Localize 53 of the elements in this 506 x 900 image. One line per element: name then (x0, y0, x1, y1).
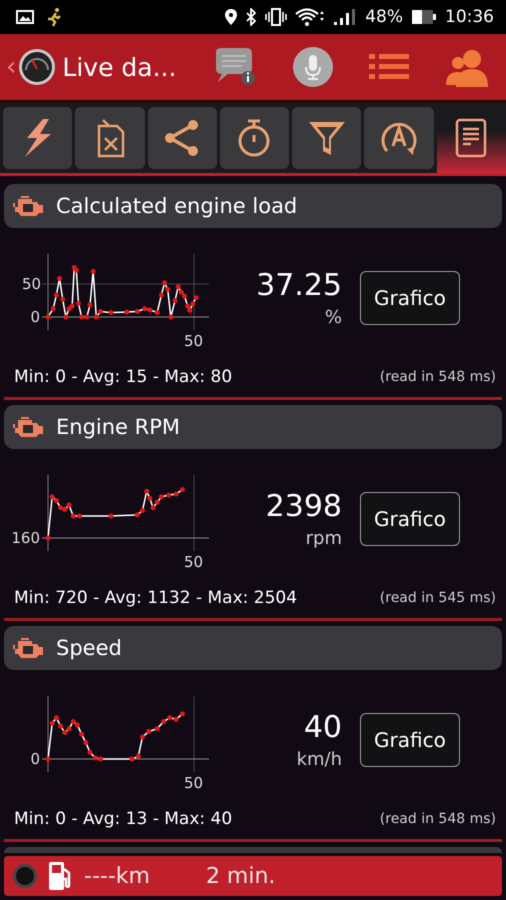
engine-icon (12, 416, 44, 438)
document-icon (455, 118, 488, 158)
axis-tick-label: 50 (22, 274, 42, 292)
screen-title: Live da... (62, 52, 176, 82)
chart-button[interactable]: Grafico (360, 492, 460, 546)
toolbar-tab[interactable] (75, 107, 145, 169)
gauge-icon[interactable] (18, 48, 56, 86)
sensor-unit: km/h (296, 748, 342, 770)
battery-percentage: 48% (365, 7, 403, 27)
toolbar-tab[interactable] (364, 107, 434, 169)
signal-icon (333, 8, 358, 26)
toolbar-tab[interactable] (148, 107, 217, 169)
distance-readout: ----km (84, 864, 150, 888)
filter-icon (306, 119, 347, 157)
sensor-title: Engine RPM (56, 415, 180, 439)
sensor-title: Speed (56, 636, 122, 660)
axis-tick-label: 50 (184, 332, 204, 350)
sensor-unit: % (324, 306, 342, 328)
status-light-icon (12, 863, 38, 889)
sensor-unit: rpm (306, 528, 342, 548)
elapsed-time: 2 min. (206, 864, 276, 888)
sensor-stats: Min: 0 - Avg: 13 - Max: 40 (14, 809, 232, 829)
toolbar-tab[interactable] (292, 107, 362, 169)
sensor-title: Calculated engine load (56, 194, 298, 218)
vibrate-icon (265, 8, 288, 26)
read-time: (read in 545 ms) (380, 590, 496, 606)
wifi-icon (295, 8, 326, 26)
battery-icon (411, 9, 437, 25)
axis-tick-label: 0 (30, 308, 40, 326)
axis-tick-label: 50 (184, 774, 204, 792)
engine-icon (12, 195, 44, 217)
clock: 10:36 (445, 7, 494, 27)
engine-icon (12, 637, 44, 659)
axis-tick-label: 0 (30, 750, 40, 768)
image-icon (16, 10, 34, 24)
sensor-value: 40 (304, 710, 342, 744)
stopwatch-icon (236, 118, 272, 158)
sensor-stats: Min: 0 - Avg: 15 - Max: 80 (14, 367, 232, 387)
toolbar-tab[interactable] (220, 107, 290, 169)
read-time: (read in 548 ms) (380, 811, 496, 827)
sensor-value: 37.25 (256, 268, 342, 302)
sensor-stats: Min: 720 - Avg: 1132 - Max: 2504 (14, 588, 298, 608)
toolbar-tab[interactable] (3, 107, 72, 169)
chart-button[interactable]: Grafico (360, 270, 460, 324)
axis-tick-label: 50 (184, 552, 204, 570)
bluetooth-icon (245, 8, 258, 26)
users-icon[interactable] (444, 47, 490, 87)
location-icon (225, 9, 238, 25)
microphone-icon[interactable] (292, 46, 334, 88)
read-time: (read in 548 ms) (380, 369, 496, 385)
sensor-value: 2398 (266, 488, 342, 524)
axis-tick-label: 160 (11, 528, 40, 546)
chart-button[interactable]: Grafico (360, 712, 460, 766)
